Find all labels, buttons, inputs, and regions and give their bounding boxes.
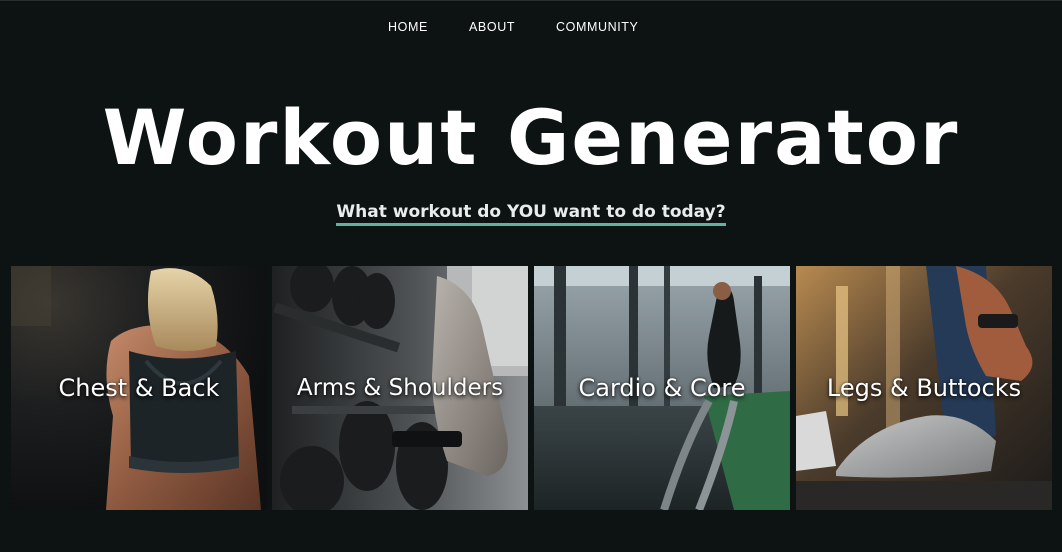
category-label-cardio-core: Cardio & Core — [578, 374, 746, 402]
category-card-arms-shoulders[interactable]: Arms & Shoulders — [272, 266, 528, 510]
category-card-chest-back[interactable]: Chest & Back — [11, 266, 267, 510]
page-title: Workout Generator — [102, 93, 960, 182]
category-card-cardio-core[interactable]: Cardio & Core — [534, 266, 790, 510]
category-label-arms-shoulders: Arms & Shoulders — [296, 375, 504, 401]
top-border — [0, 0, 1062, 1]
page-subtitle: What workout do YOU want to do today? — [336, 201, 726, 226]
nav-link-community[interactable]: COMMUNITY — [556, 19, 638, 35]
main-nav: HOME ABOUT COMMUNITY — [0, 19, 1062, 35]
subtitle-container: What workout do YOU want to do today? — [0, 201, 1062, 226]
workout-category-grid: Chest & Back Arms & Shoulders Cardio & C… — [11, 266, 1052, 510]
nav-link-home[interactable]: HOME — [388, 19, 428, 35]
category-label-chest-back: Chest & Back — [58, 374, 220, 402]
nav-link-about[interactable]: ABOUT — [469, 19, 515, 35]
category-card-legs-buttocks[interactable]: Legs & Buttocks — [796, 266, 1052, 510]
category-label-legs-buttocks: Legs & Buttocks — [826, 374, 1022, 402]
